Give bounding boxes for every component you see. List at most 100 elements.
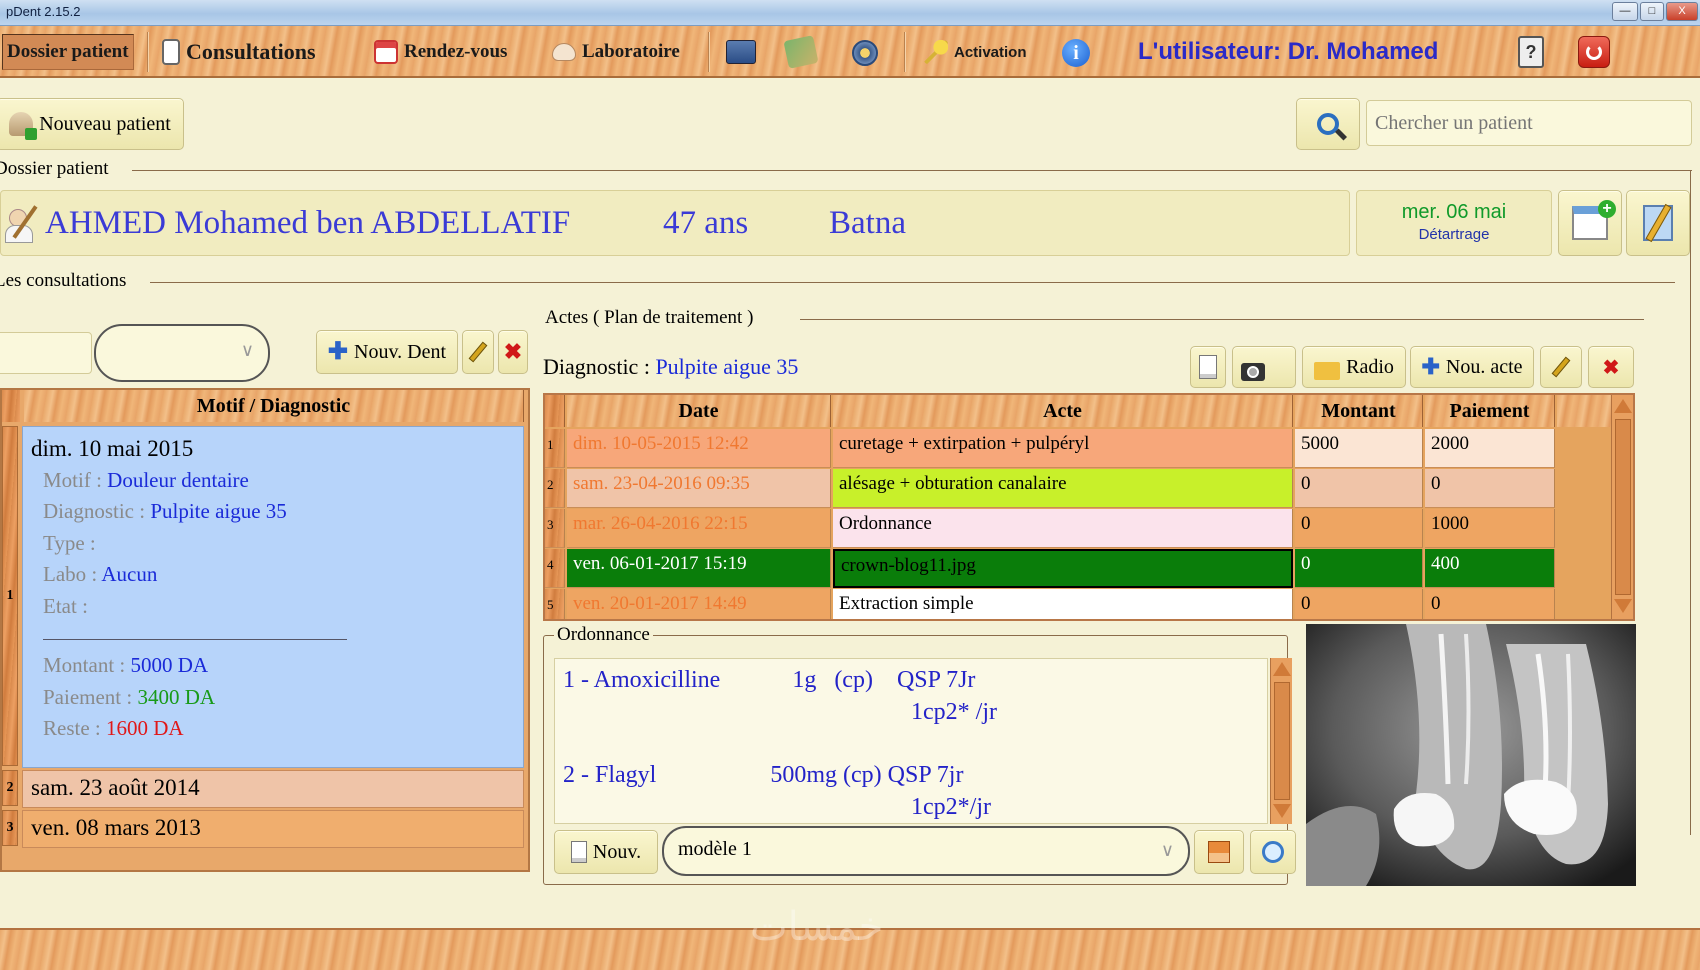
pencil-icon [468,341,488,363]
acte-date: ven. 20-01-2017 14:49 [567,589,831,619]
plus-icon: ✚ [327,338,349,365]
next-appointment-date: mer. 06 mai [1401,201,1507,223]
preview-ordonnance-button[interactable] [1250,830,1296,874]
close-window-button[interactable]: X [1666,2,1698,21]
scroll-thumb[interactable] [1274,682,1290,800]
search-icon [1317,113,1348,141]
camera-button[interactable] [1232,346,1296,388]
consultation-row[interactable]: sam. 23 août 2014 [22,770,524,808]
table-row[interactable]: 3 mar. 26-04-2016 22:15 Ordonnance 0 100… [545,509,1605,548]
menu-dossier-patient-label: Dossier patient [7,41,129,62]
acte-montant: 0 [1295,589,1423,619]
footer-bar: خمسات [0,904,1700,970]
patient-age: 47 ans [663,205,749,241]
minimize-button[interactable]: — [1612,2,1638,21]
menu-laboratoire[interactable]: Laboratoire [552,36,680,68]
ordonnance-text-area[interactable]: 1 - Amoxicilline 1g (cp) QSP 7Jr 1cp2* /… [554,658,1268,824]
montant-label: Montant : [43,653,131,677]
edit-consultation-button[interactable] [462,330,494,374]
acte-montant: 0 [1295,549,1423,588]
new-ordonnance-button[interactable]: Nouv. [554,830,658,874]
column-header-date[interactable]: Date [567,395,831,427]
ordonnance-scrollbar[interactable] [1270,658,1292,824]
scroll-down-icon[interactable] [1273,804,1291,818]
new-tooth-button[interactable]: ✚ Nouv. Dent [316,330,458,374]
ordonnance-line: 1 - Amoxicilline 1g (cp) QSP 7Jr [563,667,976,693]
delete-icon: ✖ [503,339,523,364]
scroll-up-icon[interactable] [1614,399,1632,413]
actes-scrollbar[interactable] [1611,395,1633,619]
new-patient-label: Nouveau patient [39,112,171,135]
tooth-select-dropdown[interactable]: ∨ [94,324,270,382]
power-off-icon[interactable] [1578,36,1610,68]
scroll-thumb[interactable] [1615,419,1631,595]
row-marker: 3 [545,509,565,548]
row-marker[interactable]: 3 [2,810,18,846]
print-acte-button[interactable] [1190,346,1226,388]
menu-dossier-patient[interactable]: Dossier patient [2,34,134,70]
column-header-paiement[interactable]: Paiement [1425,395,1555,427]
menu-consultations[interactable]: Consultations [162,36,316,68]
section-border [1690,170,1691,835]
table-row[interactable]: 2 sam. 23-04-2016 09:35 alésage + obtura… [545,469,1605,508]
help-icon[interactable]: ? [1518,36,1544,68]
next-appointment-box[interactable]: mer. 06 mai Détartrage [1356,190,1552,256]
table-row-selected[interactable]: 4 ven. 06-01-2017 15:19 crown-blog11.jpg… [545,549,1605,588]
type-label: Type : [43,530,96,555]
row-marker[interactable]: 2 [2,770,18,806]
reste-value: 1600 DA [106,716,184,740]
consultation-row-selected[interactable]: dim. 10 mai 2015 Motif : Douleur dentair… [22,426,524,768]
dental-xray-image[interactable] [1306,624,1636,886]
table-row[interactable]: 5 ven. 20-01-2017 14:49 Extraction simpl… [545,589,1605,619]
column-header-montant[interactable]: Montant [1295,395,1423,427]
menu-rendez-vous[interactable]: Rendez-vous [374,36,507,68]
menu-separator [904,32,906,72]
pencil-icon [1551,356,1571,378]
info-icon[interactable]: i [1062,39,1090,67]
ordonnance-line: 1cp2*/jr [911,794,991,820]
edit-patient-icon[interactable] [5,203,39,243]
column-header-acte[interactable]: Acte [833,395,1293,427]
pen-paper-icon [1643,203,1673,243]
actes-diagnostic: Diagnostic : Pulpite aigue 35 [543,354,798,380]
acte-name: crown-blog11.jpg [833,549,1293,588]
scroll-up-icon[interactable] [1273,662,1291,676]
tools-icon[interactable] [783,35,819,69]
table-row[interactable]: 1 dim. 10-05-2015 12:42 curetage + extir… [545,429,1605,468]
consultation-date: sam. 23 août 2014 [31,775,200,800]
tooth-number-field[interactable] [0,332,92,374]
labo-label: Labo : [43,562,102,586]
scroll-down-icon[interactable] [1614,599,1632,613]
search-button[interactable] [1296,98,1360,150]
add-appointment-button[interactable]: + [1558,190,1622,256]
search-patient-input[interactable] [1366,100,1692,146]
edit-acte-button[interactable] [1540,346,1582,388]
delete-icon: ✖ [1602,356,1620,379]
delete-acte-button[interactable]: ✖ [1588,346,1634,388]
acte-name: curetage + extirpation + pulpéryl [833,429,1293,468]
new-acte-label: Nou. acte [1445,355,1523,378]
ordonnance-model-dropdown[interactable]: modèle 1 ∨ [662,826,1190,876]
consultation-row[interactable]: ven. 08 mars 2013 [22,810,524,848]
paiement-value: 3400 DA [137,684,216,709]
column-header-motif[interactable]: Motif / Diagnostic [24,390,524,422]
new-acte-button[interactable]: ✚ Nou. acte [1410,346,1534,388]
scanner-icon[interactable] [726,40,756,64]
menu-rendez-vous-label: Rendez-vous [404,41,508,62]
main-menubar: Dossier patient Consultations Rendez-vou… [0,26,1700,78]
window-title: pDent 2.15.2 [6,4,81,19]
menu-activation[interactable]: Activation [924,36,1027,68]
row-marker[interactable]: 1 [2,426,18,766]
gear-icon[interactable] [852,40,878,66]
new-patient-button[interactable]: Nouveau patient [0,98,184,150]
actes-diagnostic-value: Pulpite aigue 35 [655,354,799,379]
save-ordonnance-button[interactable] [1194,830,1244,874]
radio-button[interactable]: Radio [1302,346,1406,388]
model-value: modèle 1 [678,838,752,860]
section-divider [132,170,1692,171]
consultation-date: ven. 08 mars 2013 [31,815,201,840]
maximize-button[interactable]: □ [1640,2,1664,21]
delete-consultation-button[interactable]: ✖ [498,330,528,374]
edit-dossier-button[interactable] [1626,190,1690,256]
document-icon [570,841,587,863]
